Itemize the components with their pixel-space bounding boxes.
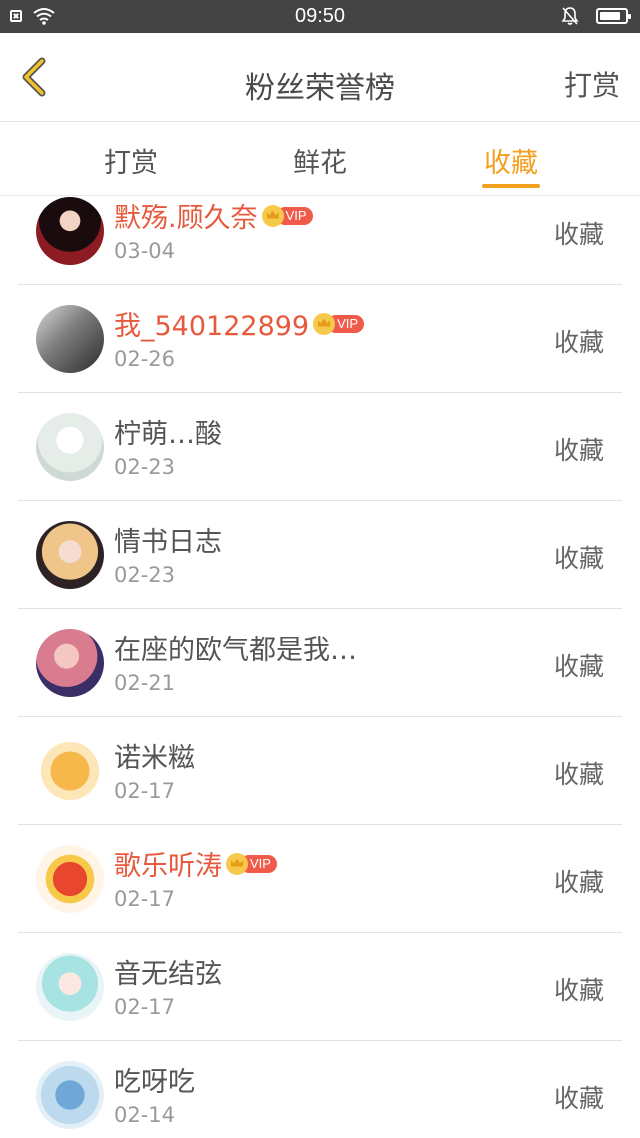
fan-row[interactable]: 情书日志 02-23 收藏 bbox=[0, 501, 640, 609]
fan-name: 吃呀吃 bbox=[114, 1060, 195, 1099]
status-icons-right bbox=[560, 6, 631, 26]
fan-name-text: 在座的欧气都是我… bbox=[114, 635, 357, 666]
fan-name-text: 吃呀吃 bbox=[114, 1067, 195, 1098]
battery-level bbox=[600, 12, 620, 20]
avatar[interactable] bbox=[36, 737, 104, 805]
favorite-label: 收藏 bbox=[553, 544, 604, 573]
fan-row[interactable]: 吃呀吃 02-14 收藏 bbox=[0, 1041, 640, 1138]
fan-name-text: 默殇.顾久奈 bbox=[114, 203, 258, 234]
fan-row[interactable]: 音无结弦 02-17 收藏 bbox=[0, 933, 640, 1041]
vip-badge: VIP bbox=[261, 204, 313, 227]
fan-date: 03-04 bbox=[114, 239, 176, 263]
status-bar: 09:50 bbox=[0, 0, 640, 33]
fan-name-text: 音无结弦 bbox=[114, 959, 222, 990]
tab-favorites[interactable]: 收藏 bbox=[451, 141, 571, 180]
favorite-label: 收藏 bbox=[553, 328, 604, 357]
tip-button[interactable]: 打赏 bbox=[564, 64, 620, 104]
fan-name: 诺米糍 bbox=[114, 736, 195, 775]
fan-date: 02-23 bbox=[114, 563, 176, 587]
fan-row[interactable]: 柠萌…酸 02-23 收藏 bbox=[0, 393, 640, 501]
fan-date: 02-23 bbox=[114, 455, 176, 479]
crown-icon bbox=[261, 204, 284, 227]
fan-name: 默殇.顾久奈 VIP bbox=[114, 196, 313, 235]
fan-row[interactable]: 在座的欧气都是我… 02-21 收藏 bbox=[0, 609, 640, 717]
fan-name: 我_540122899 VIP bbox=[114, 304, 365, 343]
fan-list: 默殇.顾久奈 VIP 03-04 收藏 我_540122899 VIP 02-26 收藏 柠萌…… bbox=[0, 196, 640, 1138]
fan-name-text: 情书日志 bbox=[114, 527, 222, 558]
avatar[interactable] bbox=[36, 197, 104, 265]
vip-badge: VIP bbox=[313, 312, 365, 335]
fan-name: 柠萌…酸 bbox=[114, 412, 222, 451]
favorite-label: 收藏 bbox=[553, 868, 604, 897]
fan-name: 情书日志 bbox=[114, 520, 222, 559]
fan-row[interactable]: 默殇.顾久奈 VIP 03-04 收藏 bbox=[0, 196, 640, 285]
fan-date: 02-26 bbox=[114, 347, 176, 371]
fan-name-text: 柠萌…酸 bbox=[114, 419, 222, 450]
status-time: 09:50 bbox=[294, 5, 346, 27]
fan-name-text: 诺米糍 bbox=[114, 743, 195, 774]
avatar[interactable] bbox=[36, 521, 104, 589]
fan-name-text: 歌乐听涛 bbox=[114, 851, 222, 882]
favorite-label: 收藏 bbox=[553, 652, 604, 681]
fan-name: 在座的欧气都是我… bbox=[114, 628, 357, 667]
crown-icon bbox=[313, 312, 336, 335]
fan-name: 歌乐听涛 VIP bbox=[114, 844, 277, 883]
avatar[interactable] bbox=[36, 953, 104, 1021]
favorite-label: 收藏 bbox=[553, 1084, 604, 1113]
fan-date: 02-17 bbox=[114, 887, 176, 911]
tab-tips[interactable]: 打赏 bbox=[71, 141, 191, 180]
fan-date: 02-21 bbox=[114, 671, 176, 695]
favorite-label: 收藏 bbox=[553, 220, 604, 249]
avatar[interactable] bbox=[36, 629, 104, 697]
tab-bar: 打赏 鲜花 收藏 bbox=[0, 122, 640, 196]
fan-row[interactable]: 歌乐听涛 VIP 02-17 收藏 bbox=[0, 825, 640, 933]
page-title: 粉丝荣誉榜 bbox=[245, 71, 395, 106]
crown-icon bbox=[226, 852, 248, 875]
favorite-label: 收藏 bbox=[553, 760, 604, 789]
active-tab-indicator bbox=[482, 184, 540, 188]
fan-date: 02-17 bbox=[114, 995, 176, 1019]
vip-badge: VIP bbox=[226, 852, 277, 875]
mute-bell-icon bbox=[561, 7, 579, 25]
nav-bar: 粉丝荣誉榜 打赏 bbox=[0, 33, 640, 122]
fan-date: 02-14 bbox=[114, 1103, 176, 1127]
fan-name: 音无结弦 bbox=[114, 952, 222, 991]
battery-icon bbox=[596, 8, 631, 24]
fan-row[interactable]: 我_540122899 VIP 02-26 收藏 bbox=[0, 285, 640, 393]
favorite-label: 收藏 bbox=[553, 976, 604, 1005]
favorite-label: 收藏 bbox=[553, 436, 604, 465]
tab-flowers[interactable]: 鲜花 bbox=[260, 141, 380, 180]
avatar[interactable] bbox=[36, 305, 104, 373]
avatar[interactable] bbox=[36, 845, 104, 913]
fan-row[interactable]: 诺米糍 02-17 收藏 bbox=[0, 717, 640, 825]
avatar[interactable] bbox=[36, 413, 104, 481]
fan-name-text: 我_540122899 bbox=[114, 311, 310, 342]
fan-date: 02-17 bbox=[114, 779, 176, 803]
avatar[interactable] bbox=[36, 1061, 104, 1129]
